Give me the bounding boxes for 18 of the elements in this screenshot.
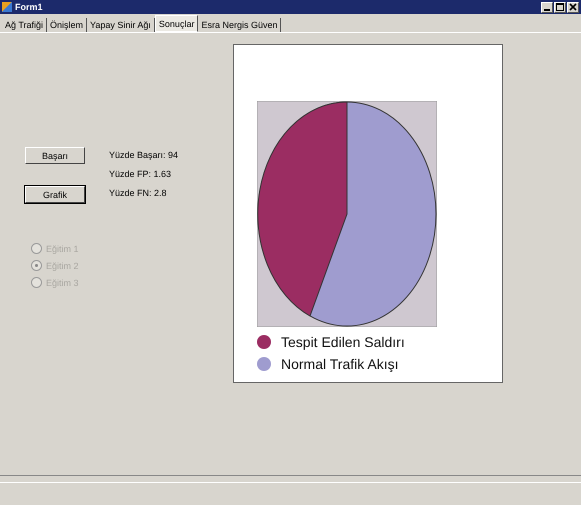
app-icon — [2, 2, 12, 12]
tab[interactable]: Önişlem — [47, 18, 88, 32]
tab[interactable]: Sonuçlar — [154, 15, 198, 32]
minimize-button[interactable] — [541, 2, 553, 12]
close-button[interactable] — [567, 2, 579, 12]
close-icon — [569, 3, 577, 11]
action-button[interactable]: Başarı — [25, 147, 85, 164]
result-label: Yüzde FP: 1.63 — [109, 169, 172, 179]
maximize-icon — [556, 3, 564, 11]
result-label: Yüzde FN: 2.8 — [109, 188, 168, 198]
legend-label: Tespit Edilen Saldırı — [281, 334, 405, 350]
action-button[interactable]: Grafik — [25, 186, 85, 203]
maximize-button[interactable] — [554, 2, 566, 12]
tab[interactable]: Yapay Sinir Ağı — [87, 18, 155, 32]
legend-label: Normal Trafik Akışı — [281, 356, 398, 372]
result-label: Yüzde Başarı: 94 — [109, 150, 178, 160]
tab[interactable]: Ağ Trafiği — [2, 18, 48, 32]
window-title: Form1 — [15, 2, 44, 12]
